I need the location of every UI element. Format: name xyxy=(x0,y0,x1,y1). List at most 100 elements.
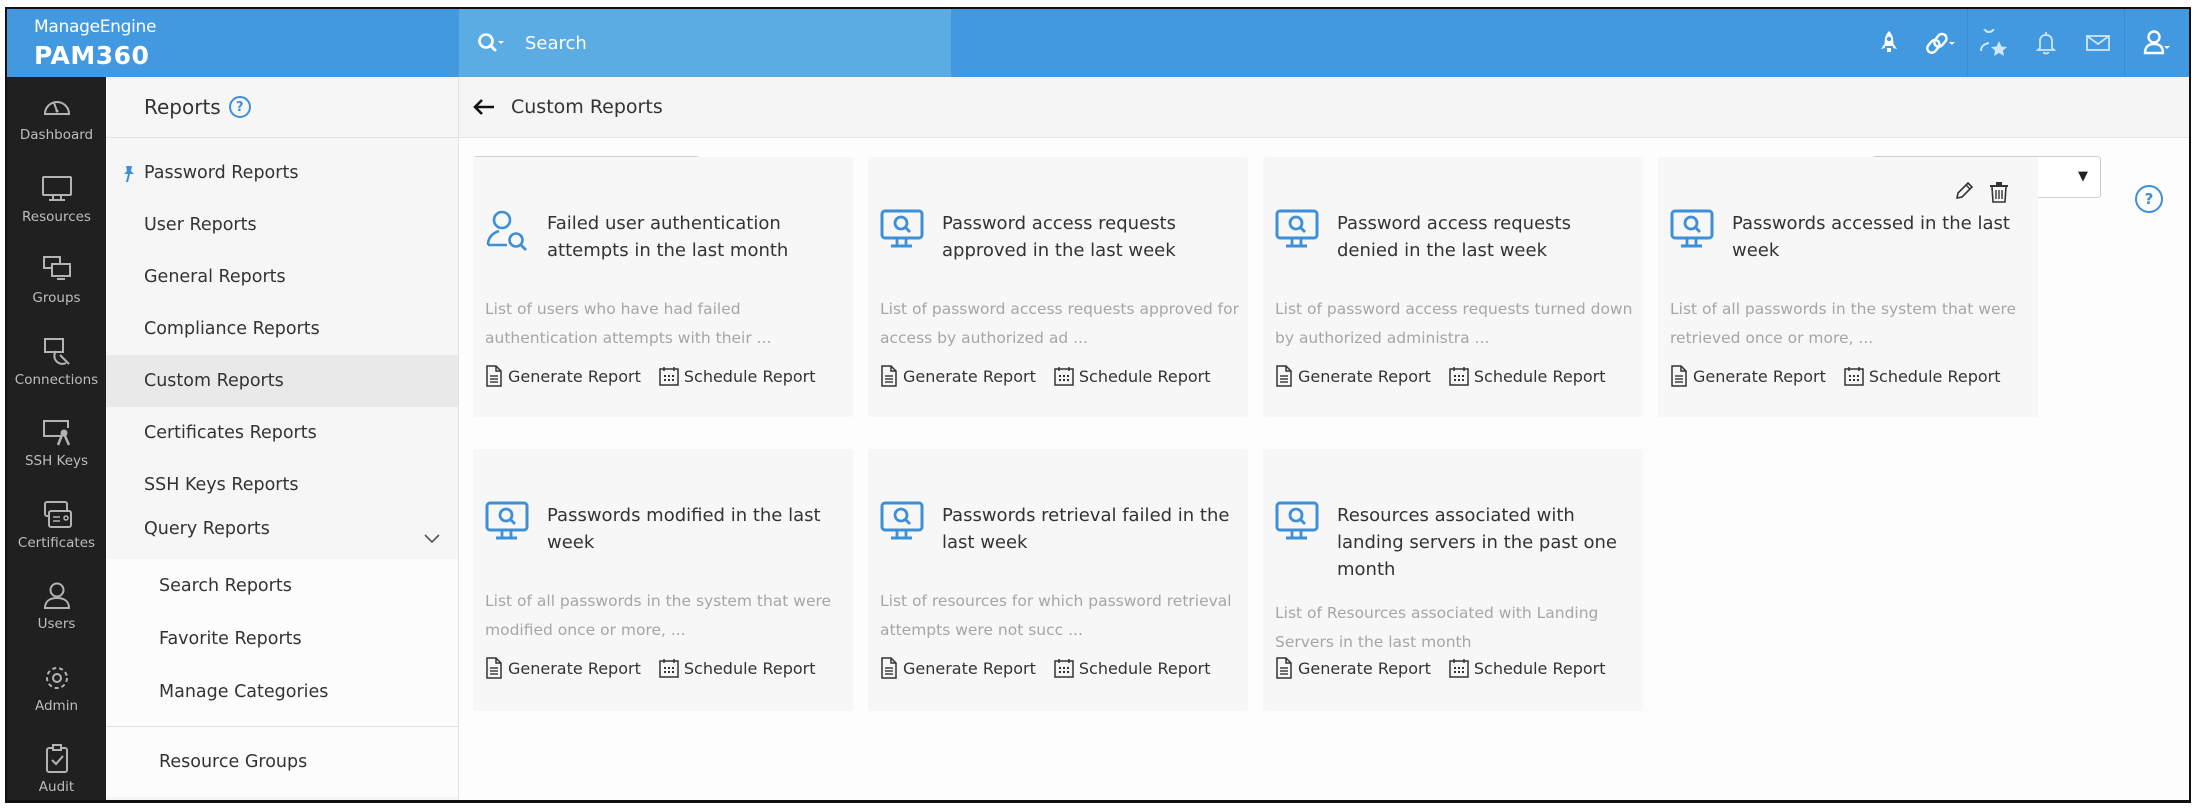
dropdown-caret-icon: ▼ xyxy=(2078,169,2088,184)
schedule-report-button[interactable]: Schedule Report xyxy=(1054,366,1211,386)
schedule-report-button[interactable]: Schedule Report xyxy=(659,658,816,678)
report-description: List of Resources associated with Landin… xyxy=(1275,604,1599,651)
sidebar-item-ssh-keys-reports[interactable]: SSH Keys Reports xyxy=(106,459,458,511)
document-icon xyxy=(486,657,502,679)
report-description: List of all passwords in the system that… xyxy=(1670,300,2017,347)
edit-pencil-icon[interactable] xyxy=(1954,181,1974,207)
report-title[interactable]: Resources associated with landing server… xyxy=(1337,502,1627,583)
sidebar-item-label: Manage Categories xyxy=(159,681,329,702)
nav-connections[interactable]: Connections xyxy=(7,322,106,404)
certificates-icon xyxy=(43,500,72,528)
sidebar-item-label: User Reports xyxy=(144,215,257,235)
sidebar-item-manage-categories[interactable]: Manage Categories xyxy=(106,665,458,718)
report-description: List of all passwords in the system that… xyxy=(485,592,832,639)
help-icon[interactable]: ? xyxy=(228,96,251,118)
report-title[interactable]: Password access requests denied in the l… xyxy=(1337,210,1627,264)
monitor-search-icon xyxy=(880,501,926,547)
bell-icon[interactable] xyxy=(2020,9,2072,77)
trash-icon[interactable] xyxy=(1988,181,2010,207)
nav-certificates[interactable]: Certificates xyxy=(7,485,106,567)
report-title[interactable]: Passwords retrieval failed in the last w… xyxy=(942,502,1232,556)
report-actions: Generate Report Schedule Report xyxy=(880,657,1229,679)
sidebar-item-label: Password Reports xyxy=(144,163,299,183)
chevron-down-icon[interactable] xyxy=(424,529,440,549)
nav-groups[interactable]: Groups xyxy=(7,240,106,322)
generate-report-button[interactable]: Generate Report xyxy=(1670,365,1826,387)
sidebar-item-label: Certificates Reports xyxy=(144,423,317,443)
document-icon xyxy=(881,365,897,387)
nav-audit[interactable]: Audit xyxy=(7,729,106,800)
sidebar-item-password-reports[interactable]: Password Reports xyxy=(106,147,458,199)
generate-report-button[interactable]: Generate Report xyxy=(485,365,641,387)
report-title[interactable]: Failed user authentication attempts in t… xyxy=(547,210,837,264)
link-icon[interactable] xyxy=(1915,9,1967,77)
nav-admin[interactable]: Admin xyxy=(7,648,106,730)
sidebar-item-user-reports[interactable]: User Reports xyxy=(106,199,458,251)
nav-label: Certificates xyxy=(17,534,96,551)
schedule-report-button[interactable]: Schedule Report xyxy=(1449,366,1606,386)
document-icon xyxy=(486,365,502,387)
report-card[interactable]: Passwords modified in the last week List… xyxy=(473,449,853,711)
schedule-report-button[interactable]: Schedule Report xyxy=(1844,366,2001,386)
generate-report-label: Generate Report xyxy=(1298,366,1431,386)
nav-ssh-keys[interactable]: SSH Keys xyxy=(7,403,106,485)
sidebar-item-custom-reports[interactable]: Custom Reports xyxy=(106,355,458,407)
schedule-report-button[interactable]: Schedule Report xyxy=(1449,658,1606,678)
report-title[interactable]: Passwords accessed in the last week xyxy=(1732,210,2022,264)
schedule-report-button[interactable]: Schedule Report xyxy=(1054,658,1211,678)
gear-icon xyxy=(45,666,68,689)
rocket-icon[interactable] xyxy=(1863,9,1915,77)
sidebar-item-query-reports[interactable]: Query Reports xyxy=(106,511,458,559)
top-bar: ManageEngine PAM360 Search xyxy=(7,9,2189,77)
sidebar-item-label: Resource Groups xyxy=(159,752,308,772)
back-arrow-icon[interactable] xyxy=(473,98,495,116)
search-input[interactable]: Search xyxy=(525,33,587,54)
schedule-report-button[interactable]: Schedule Report xyxy=(659,366,816,386)
user-icon[interactable] xyxy=(2125,9,2189,77)
generate-report-label: Generate Report xyxy=(1298,658,1431,678)
report-card[interactable]: Passwords accessed in the last week List… xyxy=(1658,157,2038,417)
generate-report-button[interactable]: Generate Report xyxy=(880,657,1036,679)
sidebar-item-favorite-reports[interactable]: Favorite Reports xyxy=(106,612,458,665)
monitor-search-icon xyxy=(880,209,926,255)
report-card[interactable]: Resources associated with landing server… xyxy=(1263,449,1643,711)
report-description: List of users who have had failed authen… xyxy=(485,300,772,347)
nav-dashboard[interactable]: Dashboard xyxy=(7,77,106,159)
sidebar-item-label: SSH Keys Reports xyxy=(144,475,299,495)
main-content: Custom Reports Create Custom Report -- A… xyxy=(459,77,2189,800)
search-icon[interactable] xyxy=(477,32,507,54)
generate-report-button[interactable]: Generate Report xyxy=(485,657,641,679)
report-title[interactable]: Passwords modified in the last week xyxy=(547,502,837,556)
nav-users[interactable]: Users xyxy=(7,566,106,648)
generate-report-button[interactable]: Generate Report xyxy=(1275,657,1431,679)
report-card[interactable]: Failed user authentication attempts in t… xyxy=(473,157,853,417)
sidebar-item-compliance-reports[interactable]: Compliance Reports xyxy=(106,303,458,355)
sidebar-item-search-reports[interactable]: Search Reports xyxy=(106,559,458,612)
user-search-icon xyxy=(485,209,533,259)
sidebar-title: Reports xyxy=(144,95,221,119)
user-star-icon[interactable] xyxy=(1968,9,2020,77)
nav-resources[interactable]: Resources xyxy=(7,159,106,241)
monitor-search-icon xyxy=(1275,209,1321,255)
generate-report-button[interactable]: Generate Report xyxy=(880,365,1036,387)
report-description: List of password access requests approve… xyxy=(880,300,1239,347)
help-icon[interactable]: ? xyxy=(2135,185,2163,213)
sidebar-item-certificates-reports[interactable]: Certificates Reports xyxy=(106,407,458,459)
nav-label: Dashboard xyxy=(19,127,94,144)
generate-report-button[interactable]: Generate Report xyxy=(1275,365,1431,387)
report-card[interactable]: Password access requests approved in the… xyxy=(868,157,1248,417)
query-reports-submenu: Search Reports Favorite Reports Manage C… xyxy=(106,559,458,797)
monitor-search-icon xyxy=(1670,209,1716,255)
sidebar-item-resource-groups[interactable]: Resource Groups xyxy=(106,727,458,797)
report-card[interactable]: Passwords retrieval failed in the last w… xyxy=(868,449,1248,711)
mail-icon[interactable] xyxy=(2072,9,2124,77)
nav-label: Admin xyxy=(34,697,79,714)
generate-report-label: Generate Report xyxy=(1693,366,1826,386)
report-card[interactable]: Password access requests denied in the l… xyxy=(1263,157,1643,417)
sidebar-item-general-reports[interactable]: General Reports xyxy=(106,251,458,303)
pin-icon[interactable] xyxy=(122,165,136,188)
global-search[interactable]: Search xyxy=(459,9,951,77)
brand-logo[interactable]: ManageEngine PAM360 xyxy=(7,9,459,77)
report-title[interactable]: Password access requests approved in the… xyxy=(942,210,1232,264)
schedule-report-label: Schedule Report xyxy=(683,658,816,678)
